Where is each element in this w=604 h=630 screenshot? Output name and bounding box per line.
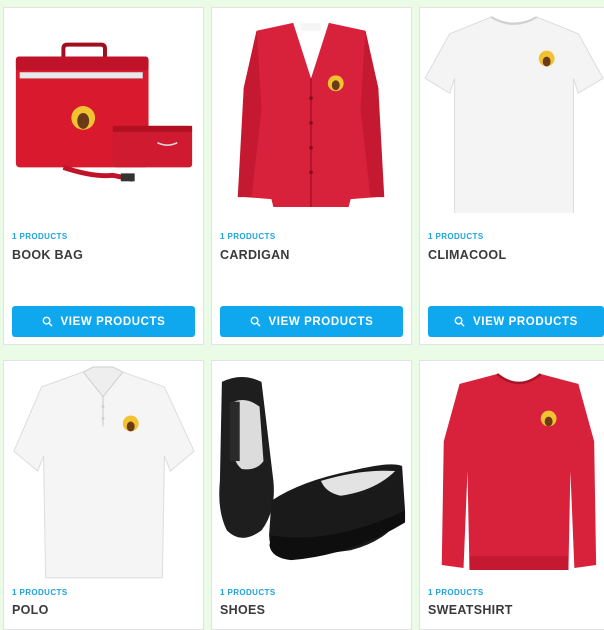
product-card-shoes[interactable]: 1 PRODUCTS SHOES: [211, 360, 412, 630]
product-title[interactable]: SHOES: [220, 603, 265, 617]
product-grid: 1 PRODUCTS BOOK BAG VIEW PRODUCTS 1 PROD…: [0, 0, 604, 630]
product-count: 1 PRODUCTS: [220, 588, 276, 597]
book-bag-image[interactable]: [4, 8, 203, 213]
view-products-button[interactable]: VIEW PRODUCTS: [428, 306, 604, 337]
climacool-tshirt-image[interactable]: [420, 8, 604, 213]
product-count: 1 PRODUCTS: [428, 588, 484, 597]
search-icon: [250, 316, 261, 327]
search-icon: [42, 316, 53, 327]
product-title[interactable]: CLIMACOOL: [428, 248, 506, 262]
shoes-image[interactable]: [212, 361, 411, 581]
product-count: 1 PRODUCTS: [12, 232, 68, 241]
product-count: 1 PRODUCTS: [220, 232, 276, 241]
polo-shirt-image[interactable]: [4, 361, 203, 581]
cardigan-image[interactable]: [212, 8, 411, 213]
search-icon: [454, 316, 465, 327]
product-card-sweatshirt[interactable]: 1 PRODUCTS SWEATSHIRT: [419, 360, 604, 630]
product-title[interactable]: POLO: [12, 603, 49, 617]
product-title[interactable]: BOOK BAG: [12, 248, 83, 262]
sweatshirt-image[interactable]: [420, 361, 604, 581]
product-card-polo[interactable]: 1 PRODUCTS POLO: [3, 360, 204, 630]
product-card-climacool[interactable]: 1 PRODUCTS CLIMACOOL VIEW PRODUCTS: [419, 7, 604, 345]
product-card-cardigan[interactable]: 1 PRODUCTS CARDIGAN VIEW PRODUCTS: [211, 7, 412, 345]
product-count: 1 PRODUCTS: [428, 232, 484, 241]
product-title[interactable]: SWEATSHIRT: [428, 603, 513, 617]
product-card-book-bag[interactable]: 1 PRODUCTS BOOK BAG VIEW PRODUCTS: [3, 7, 204, 345]
view-products-button[interactable]: VIEW PRODUCTS: [12, 306, 195, 337]
product-title[interactable]: CARDIGAN: [220, 248, 290, 262]
view-products-label: VIEW PRODUCTS: [473, 315, 578, 328]
view-products-label: VIEW PRODUCTS: [60, 315, 166, 328]
view-products-label: VIEW PRODUCTS: [268, 315, 374, 328]
product-count: 1 PRODUCTS: [12, 588, 68, 597]
view-products-button[interactable]: VIEW PRODUCTS: [220, 306, 403, 337]
